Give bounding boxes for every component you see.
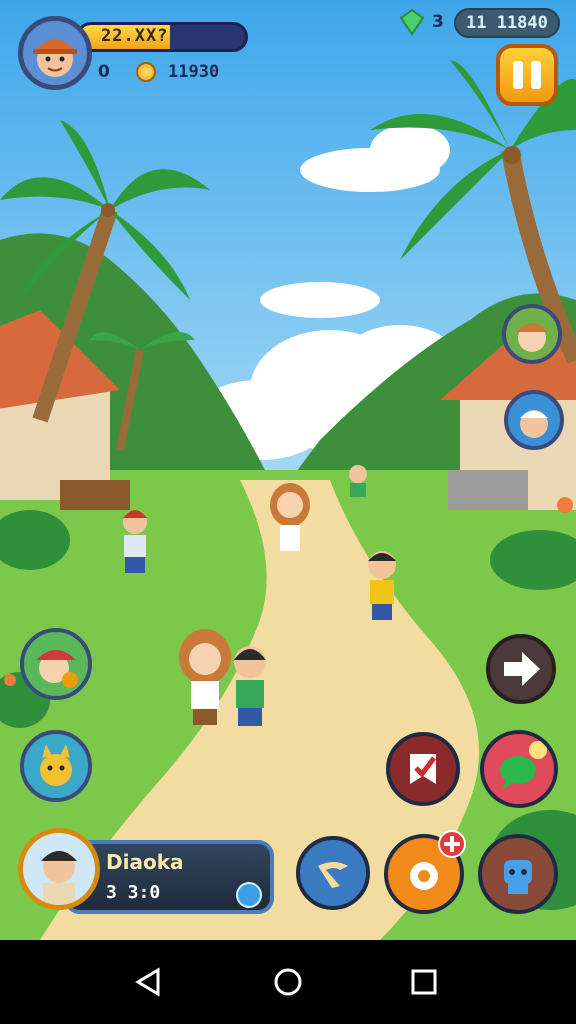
- xp-text: 22.XX?: [101, 26, 169, 46]
- gem-icon: [399, 8, 425, 36]
- robot-icon: [504, 860, 532, 894]
- npc-avatar-elder[interactable]: [504, 390, 564, 450]
- coin-count: 11930: [168, 62, 220, 82]
- pause-icon: [531, 61, 541, 89]
- profile-name: Diaoka: [106, 850, 184, 874]
- profile-avatar[interactable]: [18, 828, 100, 910]
- pause-button[interactable]: [496, 44, 558, 106]
- next-button[interactable]: [486, 634, 556, 704]
- fox-face-icon: [516, 323, 548, 352]
- boomerang-icon: [318, 862, 348, 888]
- game-scene[interactable]: 22.XX? 0 11930 3 11 11840 Diaoka 3 3:0: [0, 0, 576, 940]
- profile-face-icon: [23, 833, 95, 905]
- plus-icon: [444, 836, 460, 852]
- npc-avatar-girl[interactable]: [20, 628, 92, 700]
- village-background: [0, 0, 576, 940]
- profile-score: 3 3:0: [106, 882, 161, 903]
- villager-boy-right: [368, 551, 396, 620]
- villager-boy-front: [234, 646, 266, 726]
- chevron-down-icon[interactable]: [236, 882, 262, 908]
- cat-face-icon: [40, 744, 72, 786]
- home-icon[interactable]: [268, 962, 308, 1002]
- xp-bar: 22.XX?: [76, 22, 248, 52]
- level-text: 0: [98, 62, 110, 82]
- npc-avatar-fox[interactable]: [502, 304, 562, 364]
- elder-face-icon: [520, 410, 548, 438]
- pause-icon: [513, 61, 523, 89]
- coin-icon: [136, 62, 156, 82]
- boomerang-button[interactable]: [296, 836, 370, 910]
- system-nav-bar: [0, 940, 576, 1024]
- back-icon[interactable]: [128, 962, 168, 1002]
- map-icon: [410, 754, 436, 784]
- girl-face-icon: [36, 650, 78, 688]
- chat-button[interactable]: [480, 730, 558, 808]
- add-badge[interactable]: [438, 830, 466, 858]
- recents-icon[interactable]: [404, 962, 444, 1002]
- gem-count: 3: [432, 12, 444, 32]
- robot-button[interactable]: [478, 834, 558, 914]
- player-avatar[interactable]: [18, 16, 92, 90]
- villager-man-left: [123, 510, 147, 573]
- currency-text: 11 11840: [466, 13, 548, 33]
- player-face-icon: [33, 39, 77, 77]
- arrow-right-icon: [504, 652, 540, 686]
- currency-pill[interactable]: 11 11840: [454, 8, 560, 38]
- chat-icon: [500, 741, 547, 790]
- npc-avatar-cat[interactable]: [20, 730, 92, 802]
- map-button[interactable]: [386, 732, 460, 806]
